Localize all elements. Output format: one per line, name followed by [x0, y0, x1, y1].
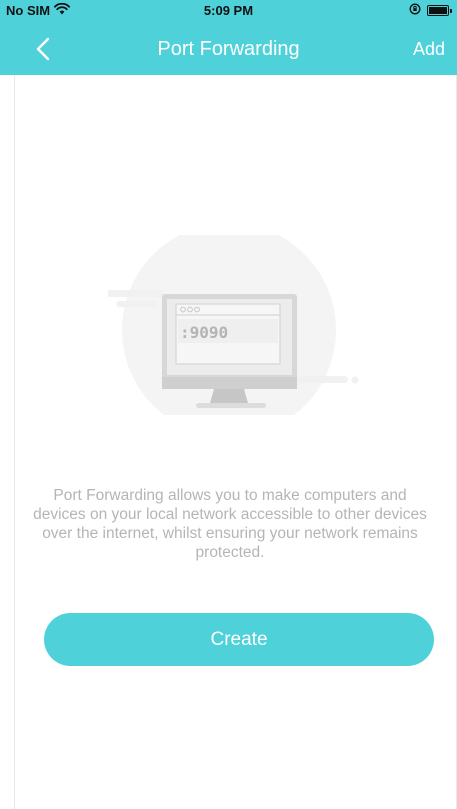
description-text: Port Forwarding allows you to make compu… — [33, 487, 427, 561]
nav-bar: Port Forwarding Add — [0, 22, 457, 75]
left-streak — [116, 301, 158, 307]
left-streak — [104, 290, 164, 297]
status-right — [409, 3, 452, 18]
status-bar: No SIM 5:09 PM — [0, 0, 457, 22]
create-button[interactable]: Create — [44, 613, 434, 666]
page-title: Port Forwarding — [157, 38, 300, 60]
right-dot — [351, 376, 359, 384]
battery-icon — [427, 5, 452, 16]
header: No SIM 5:09 PM Port Forwarding Add — [0, 0, 457, 75]
add-button[interactable]: Add — [413, 39, 445, 60]
port-forwarding-screen: No SIM 5:09 PM Port Forwarding Add:9090… — [0, 0, 457, 809]
left-divider — [14, 75, 15, 809]
port-label: :9090 — [180, 323, 228, 342]
orientation-lock-icon — [409, 3, 421, 18]
status-time: 5:09 PM — [203, 3, 254, 18]
monitor-illustration: :9090 — [104, 223, 368, 437]
